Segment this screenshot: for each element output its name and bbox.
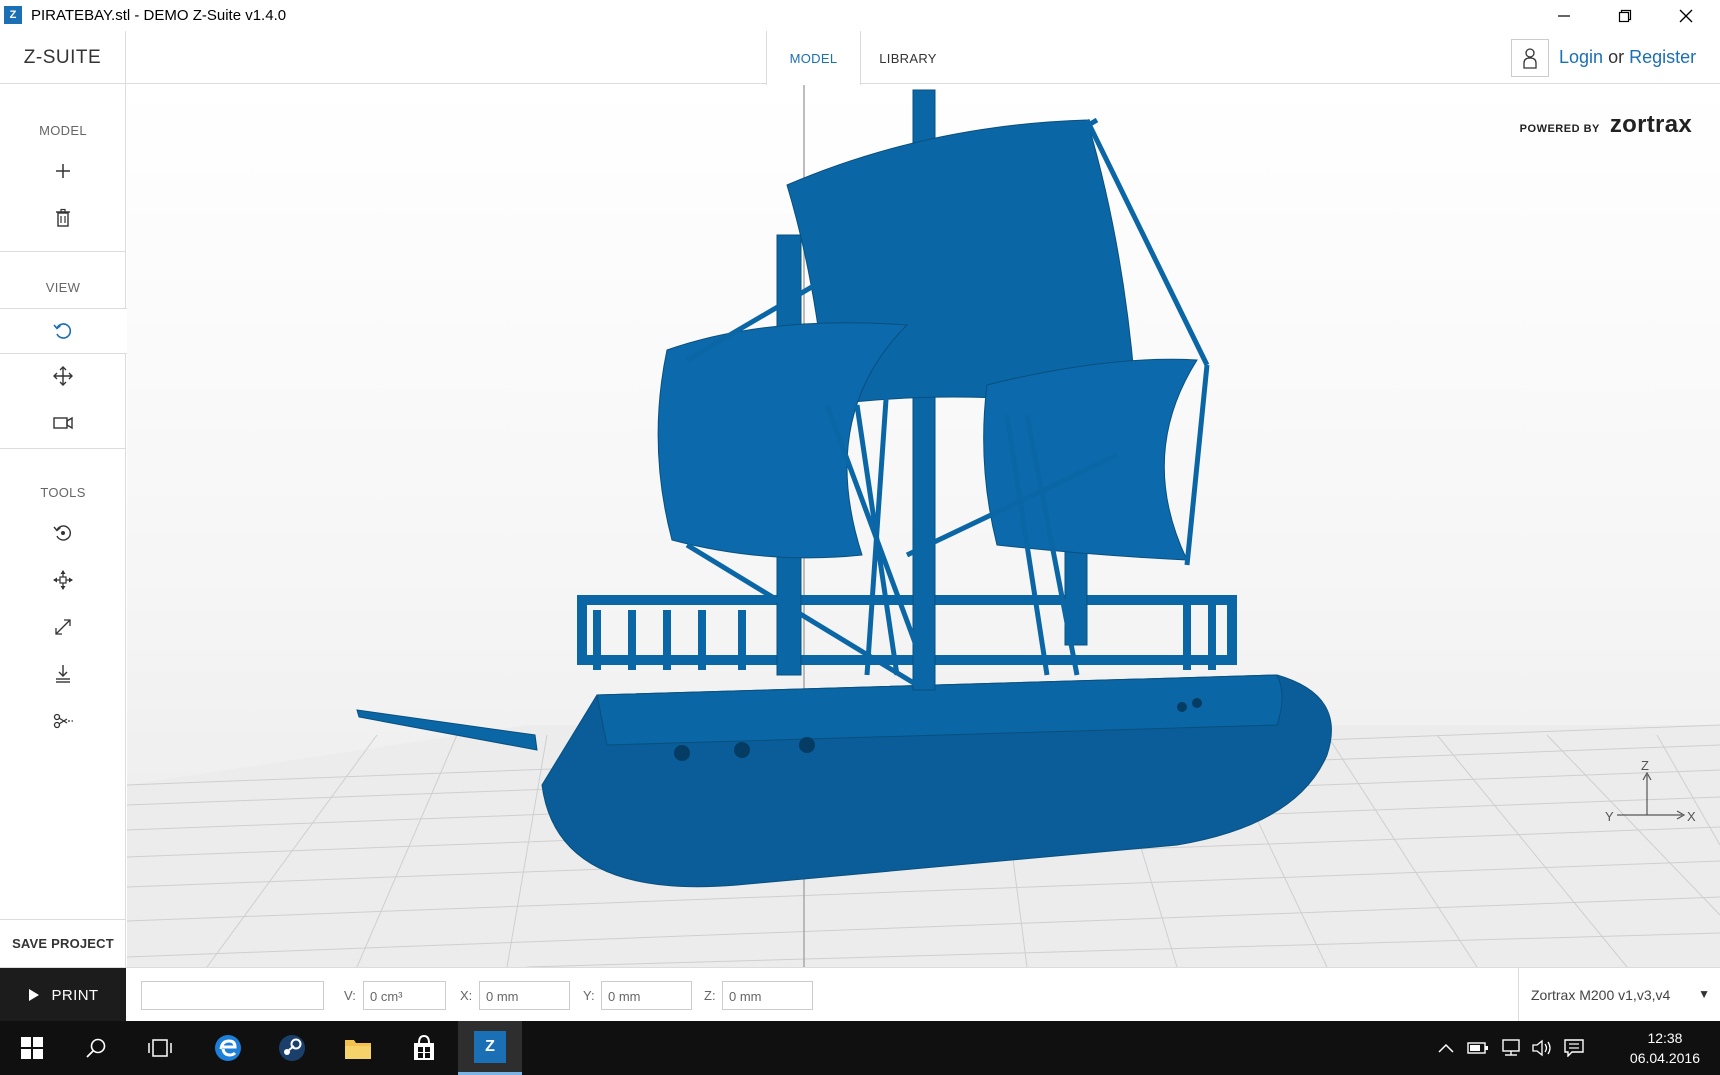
store-icon bbox=[414, 1034, 434, 1060]
rotate-view-icon bbox=[53, 323, 72, 339]
scene-canvas[interactable]: Z Y X bbox=[127, 85, 1720, 967]
pan-view-button[interactable] bbox=[0, 356, 126, 396]
3d-viewport[interactable]: Z Y X POWERED BY zortrax bbox=[127, 85, 1720, 967]
network-icon bbox=[1502, 1039, 1520, 1056]
zortrax-brand: zortrax bbox=[1609, 111, 1692, 138]
battery-icon bbox=[1467, 1042, 1488, 1054]
start-button[interactable] bbox=[0, 1021, 64, 1075]
x-label: X: bbox=[460, 988, 473, 1003]
rotate-model-icon bbox=[53, 525, 72, 541]
scale-model-button[interactable] bbox=[0, 607, 126, 647]
rotate-model-button[interactable] bbox=[0, 513, 126, 553]
user-account-button[interactable] bbox=[1511, 39, 1549, 77]
volume-field[interactable]: 0 cm³ bbox=[363, 981, 446, 1010]
system-tray bbox=[1430, 1021, 1590, 1075]
tab-library[interactable]: LIBRARY bbox=[862, 31, 954, 85]
z-suite-taskbar-button[interactable]: Z bbox=[458, 1021, 522, 1075]
powered-by-badge: POWERED BY zortrax bbox=[1520, 111, 1692, 139]
z-suite-app-icon: Z bbox=[474, 1030, 506, 1063]
rotate-view-button[interactable] bbox=[0, 311, 126, 351]
task-view-icon bbox=[148, 1039, 172, 1057]
trash-icon bbox=[56, 208, 70, 227]
delete-model-button[interactable] bbox=[0, 198, 126, 238]
auth-links: Login or Register bbox=[1559, 47, 1696, 68]
steam-icon bbox=[279, 1035, 305, 1061]
x-position-field[interactable]: 0 mm bbox=[479, 981, 570, 1010]
login-link[interactable]: Login bbox=[1559, 47, 1603, 67]
print-label: PRINT bbox=[51, 986, 99, 1004]
search-button[interactable] bbox=[64, 1021, 128, 1075]
minimize-icon bbox=[1558, 14, 1570, 17]
header-bar: Z-SUITE MODEL LIBRARY Login or Register bbox=[0, 31, 1720, 85]
user-icon bbox=[1523, 48, 1537, 69]
pan-icon bbox=[53, 366, 73, 386]
camera-icon bbox=[53, 416, 73, 430]
chevron-up-icon bbox=[1438, 1043, 1454, 1053]
close-button[interactable] bbox=[1661, 0, 1711, 31]
play-icon bbox=[28, 989, 39, 1001]
windows-logo-icon bbox=[21, 1037, 43, 1059]
steam-taskbar-button[interactable] bbox=[260, 1021, 324, 1075]
dropdown-caret-icon: ▼ bbox=[1698, 987, 1710, 1001]
scale-icon bbox=[55, 619, 71, 635]
window-title: PIRATEBAY.stl - DEMO Z-Suite v1.4.0 bbox=[31, 7, 287, 24]
network-tray-button[interactable] bbox=[1494, 1021, 1526, 1075]
restore-icon bbox=[1618, 9, 1632, 22]
left-sidebar: MODEL VIEW TOOLS SAVE PROJECT bbox=[0, 84, 127, 967]
tab-model[interactable]: MODEL bbox=[766, 31, 861, 85]
store-taskbar-button[interactable] bbox=[392, 1021, 456, 1075]
windows-taskbar: Z 12:38 06.04.2016 bbox=[0, 1021, 1720, 1075]
z-label: Z: bbox=[704, 988, 716, 1003]
restore-button[interactable] bbox=[1600, 0, 1650, 31]
axis-label-x: X bbox=[1687, 809, 1696, 824]
axis-label-y: Y bbox=[1605, 809, 1614, 824]
camera-view-button[interactable] bbox=[0, 403, 126, 443]
place-on-bed-icon bbox=[56, 665, 70, 683]
project-name-field[interactable] bbox=[141, 981, 324, 1010]
add-model-button[interactable] bbox=[0, 151, 126, 191]
powered-by-text: POWERED BY bbox=[1519, 123, 1600, 135]
task-view-button[interactable] bbox=[128, 1021, 192, 1075]
printer-select-value: Zortrax M200 v1,v3,v4 bbox=[1531, 987, 1671, 1003]
cut-model-button[interactable] bbox=[0, 701, 126, 741]
axis-label-z: Z bbox=[1641, 758, 1649, 773]
edge-taskbar-button[interactable] bbox=[196, 1021, 260, 1075]
speaker-icon bbox=[1532, 1039, 1551, 1057]
y-position-field[interactable]: 0 mm bbox=[601, 981, 692, 1010]
search-icon bbox=[86, 1038, 106, 1058]
show-hidden-icons-button[interactable] bbox=[1430, 1021, 1462, 1075]
volume-label: V: bbox=[344, 988, 356, 1003]
register-link[interactable]: Register bbox=[1629, 47, 1696, 67]
auth-or-text: or bbox=[1608, 47, 1625, 67]
battery-tray-button[interactable] bbox=[1462, 1021, 1494, 1075]
minimize-button[interactable] bbox=[1539, 0, 1589, 31]
title-bar: Z PIRATEBAY.stl - DEMO Z-Suite v1.4.0 bbox=[0, 0, 1720, 31]
z-suite-logo: Z-SUITE bbox=[0, 31, 126, 84]
close-icon bbox=[1679, 9, 1693, 22]
z-position-field[interactable]: 0 mm bbox=[722, 981, 813, 1010]
add-icon bbox=[56, 164, 70, 178]
move-model-button[interactable] bbox=[0, 560, 126, 600]
place-on-bed-button[interactable] bbox=[0, 654, 126, 694]
section-label-tools: TOOLS bbox=[40, 485, 86, 500]
clock-time: 12:38 bbox=[1647, 1030, 1683, 1046]
edge-icon bbox=[215, 1035, 241, 1061]
y-label: Y: bbox=[583, 988, 595, 1003]
section-label-model: MODEL bbox=[39, 123, 87, 138]
file-explorer-taskbar-button[interactable] bbox=[326, 1021, 390, 1075]
volume-tray-button[interactable] bbox=[1526, 1021, 1558, 1075]
section-label-view: VIEW bbox=[45, 280, 81, 295]
folder-icon bbox=[345, 1040, 371, 1059]
cut-icon bbox=[53, 713, 73, 729]
action-center-button[interactable] bbox=[1558, 1021, 1590, 1075]
move-model-icon bbox=[53, 570, 73, 590]
printer-select[interactable]: Zortrax M200 v1,v3,v4 ▼ bbox=[1518, 968, 1720, 1022]
bottom-bar: PRINT V: 0 cm³ X: 0 mm Y: 0 mm Z: 0 mm Z… bbox=[0, 967, 1720, 1022]
taskbar-clock[interactable]: 12:38 06.04.2016 bbox=[1630, 1028, 1700, 1068]
clock-date: 06.04.2016 bbox=[1629, 1050, 1700, 1066]
notification-icon bbox=[1564, 1039, 1584, 1057]
app-icon: Z bbox=[4, 6, 22, 24]
save-project-button[interactable]: SAVE PROJECT bbox=[0, 919, 126, 967]
print-button[interactable]: PRINT bbox=[0, 968, 126, 1022]
